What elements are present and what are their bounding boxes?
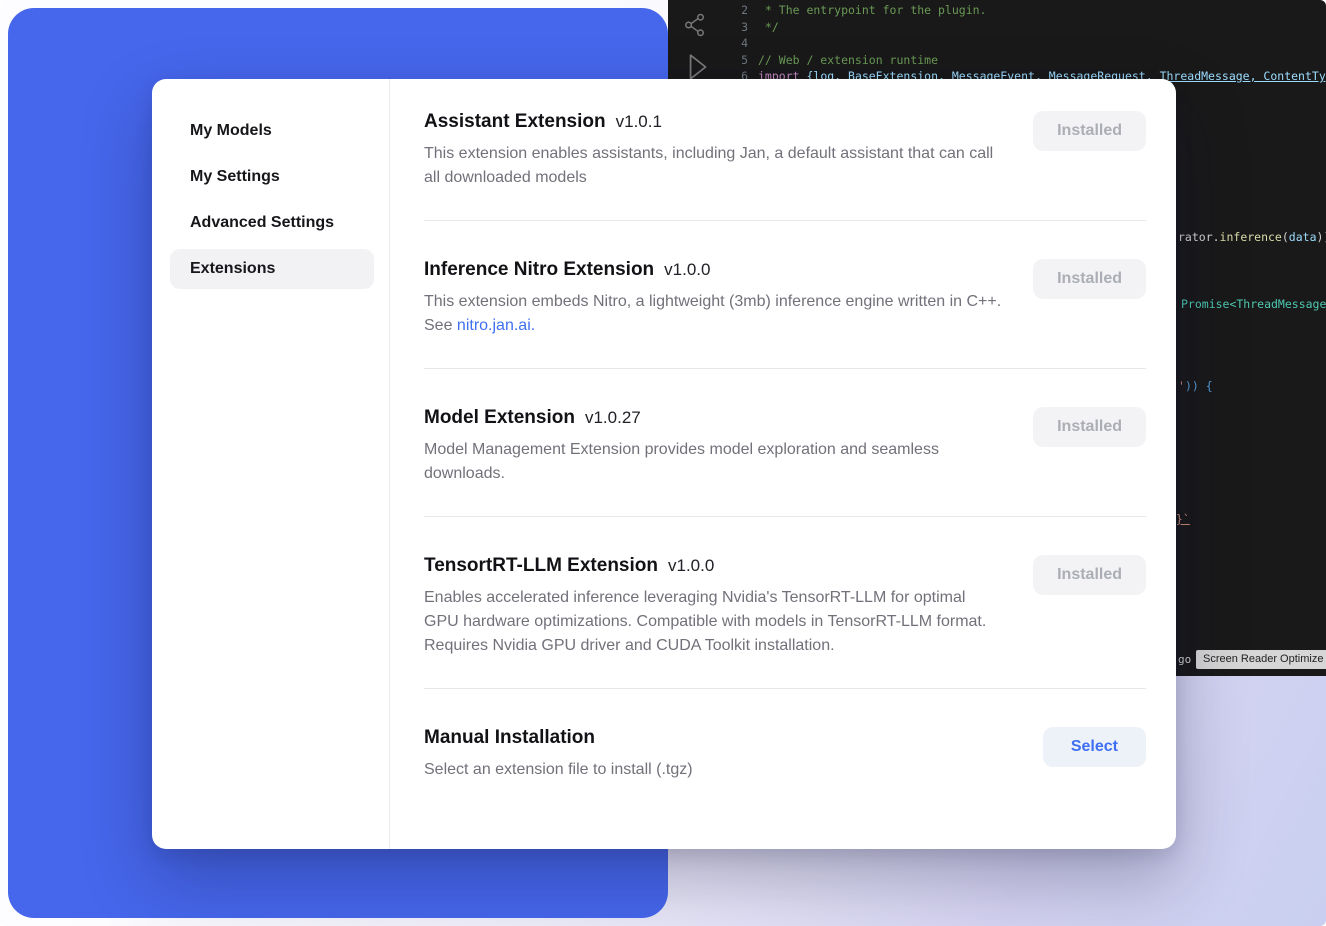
status-text: go	[1178, 653, 1191, 666]
screen-reader-toast[interactable]: Screen Reader Optimize	[1196, 650, 1326, 669]
extension-version: v1.0.27	[585, 408, 641, 427]
line-number: 3	[718, 19, 748, 36]
screenshot-root: 23456 * The entrypoint for the plugin. *…	[0, 0, 1326, 926]
extension-description: This extension embeds Nitro, a lightweig…	[424, 290, 1002, 338]
extension-title: Model Extension v1.0.27	[424, 407, 1002, 429]
extension-row-model: Model Extension v1.0.27 Model Management …	[424, 369, 1146, 517]
code-line: */	[758, 19, 1326, 36]
installed-button[interactable]: Installed	[1033, 555, 1146, 595]
extension-info: Manual Installation Select an extension …	[424, 727, 693, 782]
code-line: // Web / extension runtime	[758, 52, 1326, 69]
installed-button[interactable]: Installed	[1033, 407, 1146, 447]
select-file-button[interactable]: Select	[1043, 727, 1146, 767]
extensions-panel: Assistant Extension v1.0.1 This extension…	[390, 79, 1176, 849]
extension-version: v1.0.0	[668, 556, 714, 575]
extension-action: Select	[1043, 727, 1146, 767]
extension-action: Installed	[1033, 259, 1146, 299]
extension-info: Inference Nitro Extension v1.0.0 This ext…	[424, 259, 1002, 338]
nitro-jan-ai-link[interactable]: nitro.jan.ai.	[457, 317, 535, 334]
extension-info: TensortRT-LLM Extension v1.0.0 Enables ac…	[424, 555, 1002, 658]
share-branch-icon	[684, 12, 706, 38]
extension-action: Installed	[1033, 555, 1146, 595]
extension-action: Installed	[1033, 407, 1146, 447]
extension-name: Assistant Extension	[424, 111, 606, 132]
sidebar-item-my-models[interactable]: My Models	[170, 111, 374, 151]
editor-gutter: 23456	[718, 2, 748, 85]
extension-info: Assistant Extension v1.0.1 This extension…	[424, 111, 1002, 190]
run-play-icon	[684, 52, 710, 82]
extension-title: Assistant Extension v1.0.1	[424, 111, 1002, 133]
sidebar-item-extensions[interactable]: Extensions	[170, 249, 374, 289]
extension-version: v1.0.1	[616, 112, 662, 131]
settings-modal: My Models My Settings Advanced Settings …	[152, 79, 1176, 849]
manual-installation-title: Manual Installation	[424, 727, 693, 749]
extension-name: TensortRT-LLM Extension	[424, 555, 658, 576]
line-number: 5	[718, 52, 748, 69]
settings-sidebar: My Models My Settings Advanced Settings …	[152, 79, 390, 849]
manual-installation-row: Manual Installation Select an extension …	[424, 689, 1146, 812]
installed-button[interactable]: Installed	[1033, 111, 1146, 151]
extension-name: Model Extension	[424, 407, 575, 428]
extension-description: Model Management Extension provides mode…	[424, 438, 1002, 486]
sidebar-item-advanced-settings[interactable]: Advanced Settings	[170, 203, 374, 243]
extension-row-inference-nitro: Inference Nitro Extension v1.0.0 This ext…	[424, 221, 1146, 369]
extension-row-tensorrt-llm: TensortRT-LLM Extension v1.0.0 Enables ac…	[424, 517, 1146, 689]
sidebar-item-my-settings[interactable]: My Settings	[170, 157, 374, 197]
manual-installation-description: Select an extension file to install (.tg…	[424, 758, 693, 782]
extension-title: TensortRT-LLM Extension v1.0.0	[424, 555, 1002, 577]
extension-row-assistant: Assistant Extension v1.0.1 This extension…	[424, 111, 1146, 221]
code-line	[758, 35, 1326, 52]
editor-code: * The entrypoint for the plugin. */ // W…	[758, 2, 1326, 85]
extension-action: Installed	[1033, 111, 1146, 151]
extension-version: v1.0.0	[664, 260, 710, 279]
extension-description: Enables accelerated inference leveraging…	[424, 586, 1002, 658]
line-number: 2	[718, 2, 748, 19]
extension-info: Model Extension v1.0.27 Model Management …	[424, 407, 1002, 486]
extension-name: Inference Nitro Extension	[424, 259, 654, 280]
installed-button[interactable]: Installed	[1033, 259, 1146, 299]
code-line: * The entrypoint for the plugin.	[758, 2, 1326, 19]
line-number: 4	[718, 35, 748, 52]
extension-description: This extension enables assistants, inclu…	[424, 142, 1002, 190]
extension-title: Inference Nitro Extension v1.0.0	[424, 259, 1002, 281]
